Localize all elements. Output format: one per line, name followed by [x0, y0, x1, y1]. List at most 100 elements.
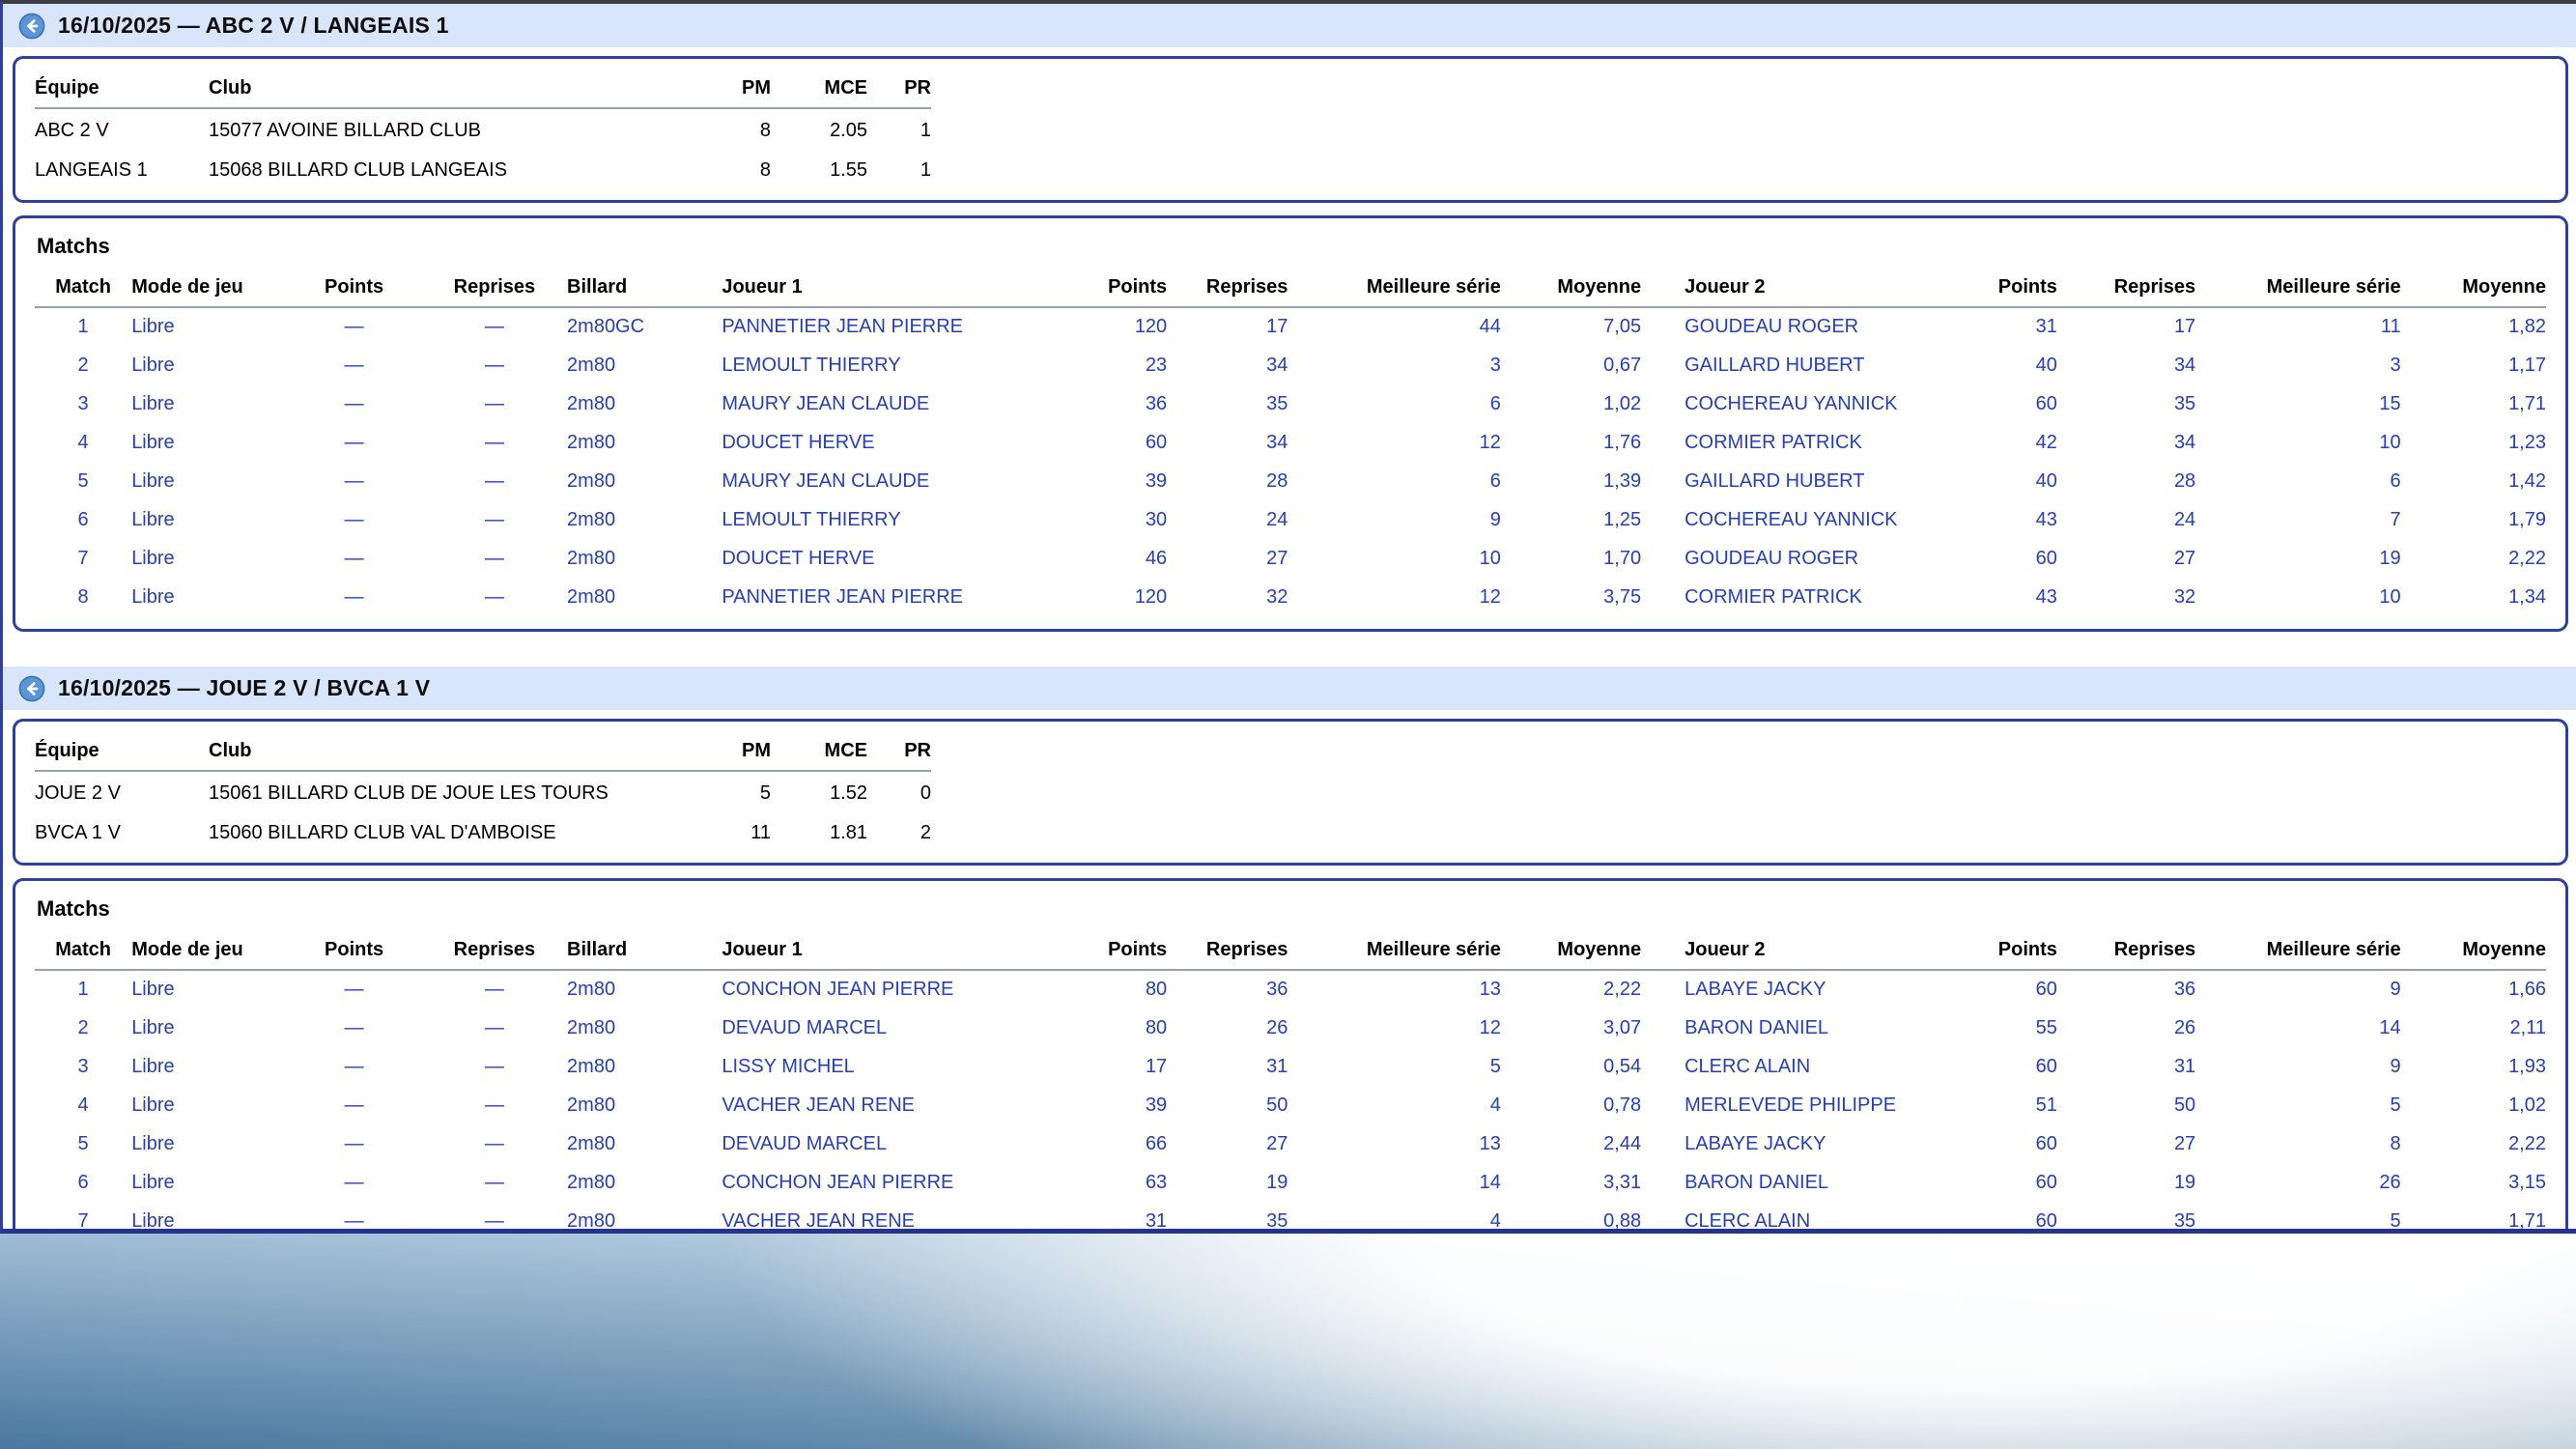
team-col-header: PR: [867, 731, 931, 772]
match-cell: 5: [77, 470, 89, 492]
match-cell: 1,71: [2508, 393, 2546, 414]
match-cell: 34: [1266, 432, 1288, 453]
match-cell: DEVAUD MARCEL: [722, 1017, 888, 1038]
match-cell: 1,79: [2508, 509, 2546, 530]
match-cell: 26: [2173, 1017, 2196, 1038]
match-cell: 3: [1489, 355, 1501, 376]
match-cell: 5: [1489, 1056, 1501, 1077]
matchs-title: Matchs: [37, 896, 110, 921]
match-cell: 2,22: [2508, 548, 2546, 569]
match-cell: GOUDEAU ROGER: [1684, 316, 1859, 337]
team-cell: BVCA 1 V: [35, 822, 121, 843]
team-cell: 1.81: [830, 822, 867, 843]
match-cell: 2m80: [567, 432, 616, 453]
match-col-header: Points: [1979, 933, 2057, 971]
match-cell: 1,66: [2508, 979, 2546, 1000]
match-cell: MAURY JEAN CLAUDE: [722, 393, 930, 414]
match-cell: PANNETIER JEAN PIERRE: [722, 586, 964, 608]
team-cell: 1: [920, 159, 931, 181]
section-title: 16/10/2025 — ABC 2 V / LANGEAIS 1: [58, 13, 449, 38]
match-cell: 6: [1489, 470, 1501, 492]
match-cell: 2m80: [567, 1017, 616, 1038]
footer-wave: [0, 1234, 2576, 1449]
match-cell: 44: [1479, 316, 1501, 337]
match-cell: Libre: [131, 1017, 175, 1038]
match-cell: —: [344, 393, 364, 414]
match-cell: 3,15: [2508, 1172, 2546, 1193]
match-cell: 2m80: [567, 1172, 616, 1193]
match-col-header: Billard: [567, 270, 722, 308]
team-cell: 15068 BILLARD CLUB LANGEAIS: [209, 159, 508, 181]
match-cell: —: [344, 470, 364, 492]
team-col-header: MCE: [771, 731, 867, 772]
match-cell: 0,88: [1603, 1210, 1642, 1232]
match-cell: 50: [2173, 1094, 2196, 1116]
team-row: BVCA 1 V 15060 BILLARD CLUB VAL D'AMBOISE…: [35, 811, 931, 851]
match-cell: 40: [2035, 470, 2057, 492]
match-cell: 60: [2035, 1133, 2057, 1154]
match-cell: —: [484, 355, 504, 376]
team-header-row: Équipe Club PM MCE PR: [35, 69, 931, 109]
match-cell: 36: [1266, 979, 1288, 1000]
match-cell: 42: [2035, 432, 2057, 453]
match-col-header: Reprises: [2056, 933, 2196, 971]
section-title: 16/10/2025 — JOUE 2 V / BVCA 1 V: [58, 675, 431, 700]
team-col-header: PR: [867, 69, 931, 109]
match-cell: 2m80: [567, 1094, 616, 1116]
team-cell: 1: [920, 120, 931, 141]
match-cell: 23: [1145, 355, 1168, 376]
match-cell: 36: [2173, 979, 2196, 1000]
match-cell: 43: [2035, 509, 2057, 530]
team-table: Équipe Club PM MCE PR JOUE 2 V 15061 BILLARD …: [35, 731, 931, 851]
back-icon[interactable]: [18, 13, 45, 40]
team-body: ABC 2 V 15077 AVOINE BILLARD CLUB 8 2.05 1 LA…: [35, 108, 931, 188]
match-cell: 2m80: [567, 1133, 616, 1154]
match-cell: —: [344, 1017, 364, 1038]
matchs-table: Match Mode de jeu Points Reprises Billard Jou…: [35, 933, 2546, 1232]
match-cell: 32: [1266, 586, 1288, 608]
match-cell: 35: [1266, 1210, 1288, 1232]
match-cell: DOUCET HERVE: [722, 548, 875, 569]
match-col-header: Meilleure série: [2195, 270, 2401, 308]
match-cell: LABAYE JACKY: [1684, 1133, 1826, 1154]
team-cell: 8: [759, 120, 771, 141]
match-cell: 1,39: [1603, 470, 1642, 492]
match-cell: 11: [2380, 316, 2401, 337]
match-cell: 31: [2173, 1056, 2196, 1077]
match-cell: 10: [2379, 432, 2401, 453]
back-icon[interactable]: [18, 675, 45, 702]
match-cell: 43: [2035, 586, 2057, 608]
match-cell: 3: [77, 393, 89, 414]
match-col-header: Reprises: [421, 270, 568, 308]
match-cell: 5: [2390, 1210, 2401, 1232]
match-cell: 1,82: [2508, 316, 2546, 337]
match-cell: 12: [1479, 432, 1501, 453]
match-cell: 19: [2173, 1172, 2196, 1193]
match-cell: 8: [2390, 1133, 2401, 1154]
team-cell: 2: [920, 822, 931, 843]
match-cell: MAURY JEAN CLAUDE: [722, 470, 930, 492]
match-cell: —: [344, 432, 364, 453]
match-col-header: Reprises: [421, 933, 568, 971]
match-row: 1 Libre — — 2m80 CONCHON JEAN PIERRE 80 36 13 2,2…: [35, 970, 2546, 1009]
match-cell: —: [344, 1056, 364, 1077]
team-cell: 2.05: [830, 120, 867, 141]
match-cell: 6: [1489, 393, 1501, 414]
match-col-header: Reprises: [1167, 270, 1288, 308]
matchs-panel: Matchs Match Mode de jeu Points Reprises Bil…: [13, 878, 2568, 1232]
match-cell: 34: [1266, 355, 1288, 376]
match-cell: 2m80: [567, 1056, 616, 1077]
match-cell: 6: [77, 509, 89, 530]
match-cell: 46: [1145, 548, 1168, 569]
match-cell: 6: [2390, 470, 2401, 492]
match-cell: Libre: [131, 509, 175, 530]
match-cell: 14: [1479, 1172, 1501, 1193]
match-body: 1 Libre — — 2m80GC PANNETIER JEAN PIERRE 120 17…: [35, 307, 2546, 617]
match-row: 1 Libre — — 2m80GC PANNETIER JEAN PIERRE 120 17…: [35, 307, 2546, 347]
match-col-header: Moyenne: [1500, 933, 1642, 971]
match-cell: 28: [2173, 470, 2196, 492]
match-row: 4 Libre — — 2m80 VACHER JEAN RENE 39 50 4 0,78 MER…: [35, 1087, 2546, 1125]
match-cell: 0,78: [1603, 1094, 1642, 1116]
team-cell: 11: [750, 822, 771, 843]
match-cell: 60: [2035, 393, 2057, 414]
